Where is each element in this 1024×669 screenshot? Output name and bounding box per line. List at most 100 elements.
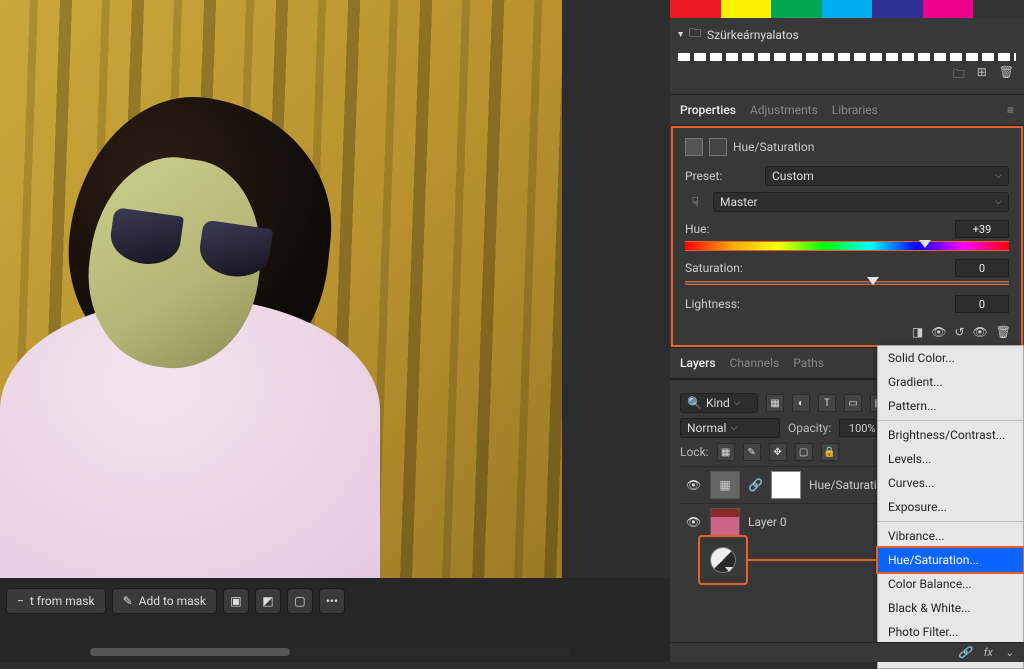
visibility-toggle-icon[interactable]: 👁 [686, 478, 702, 492]
tool-icon-3[interactable]: ▢ [287, 588, 313, 614]
button-label: Add to mask [139, 594, 206, 608]
tab-layers[interactable]: Layers [680, 356, 716, 370]
view-previous-icon[interactable]: 👁 [931, 325, 946, 339]
adjustment-grid-icon [685, 138, 703, 156]
adjustment-layer-icon [710, 547, 736, 573]
chevron-down-icon: ⌵ [730, 423, 737, 433]
subject-person [0, 68, 430, 578]
folder-new-icon[interactable]: 🗀 [953, 65, 965, 86]
lock-artboard-icon[interactable]: ▢ [795, 443, 813, 461]
layer-thumb [710, 508, 740, 536]
lock-all-icon[interactable]: 🔒 [821, 443, 839, 461]
tab-paths[interactable]: Paths [793, 356, 824, 370]
preset-select[interactable]: Custom ⌵ [765, 166, 1009, 186]
layer-mask-thumb[interactable] [771, 471, 801, 499]
trash-icon[interactable]: 🗑 [999, 65, 1014, 86]
tab-channels[interactable]: Channels [730, 356, 780, 370]
color-range-select[interactable]: Master ⌵ [713, 192, 1009, 212]
swatches-folder-row[interactable]: ▸ 🗀 Szürkeárnyalatos [670, 18, 1024, 51]
new-adjustment-layer-button[interactable] [698, 535, 748, 585]
clip-to-layer-icon[interactable]: ◨ [912, 325, 923, 339]
horizontal-scrollbar[interactable] [90, 648, 570, 656]
more-options-button[interactable]: ••• [319, 588, 345, 614]
button-label: t from mask [30, 594, 95, 608]
visibility-toggle-icon[interactable]: 👁 [686, 515, 702, 529]
mask-icon [709, 138, 727, 156]
menu-item-pattern[interactable]: Pattern... [878, 394, 1023, 418]
properties-tab-bar: Properties Adjustments Libraries ≡ [670, 94, 1024, 126]
hue-slider[interactable] [685, 241, 1009, 251]
lock-brush-icon[interactable]: ✎ [743, 443, 761, 461]
adjustment-layer-menu: Solid Color... Gradient... Pattern... Br… [877, 345, 1024, 669]
targeted-adjustment-icon[interactable]: ☟ [685, 192, 705, 212]
properties-footer: ◨ 👁 ↺ 👁 🗑 [673, 319, 1021, 345]
tool-icon-1[interactable]: ▣ [223, 588, 249, 614]
tab-adjustments[interactable]: Adjustments [750, 103, 818, 117]
saturation-slider[interactable] [685, 281, 1009, 285]
blend-mode-select[interactable]: Normal ⌵ [680, 418, 780, 438]
menu-item-photo-filter[interactable]: Photo Filter... [878, 620, 1023, 644]
menu-item-curves[interactable]: Curves... [878, 471, 1023, 495]
properties-title: Hue/Saturation [733, 140, 814, 154]
preset-value: Custom [772, 169, 814, 183]
lock-pixels-icon[interactable]: ▦ [717, 443, 735, 461]
filter-type-icon[interactable]: T [818, 394, 836, 412]
menu-separator [878, 521, 1023, 522]
search-icon: 🔍 [687, 396, 702, 410]
add-to-mask-button[interactable]: ✎ Add to mask [112, 588, 217, 614]
filter-shape-icon[interactable]: ▭ [844, 394, 862, 412]
minus-icon: − [17, 594, 24, 608]
layers-footer: 🔗 fx ⌄ [670, 642, 1024, 662]
callout-connector [748, 559, 878, 561]
swatches-strip[interactable] [670, 0, 1024, 18]
menu-separator [878, 420, 1023, 421]
lock-position-icon[interactable]: ✥ [769, 443, 787, 461]
tab-libraries[interactable]: Libraries [832, 103, 878, 117]
layer-fx-icon[interactable]: fx [984, 646, 993, 659]
hue-slider-thumb[interactable] [919, 240, 931, 248]
blend-mode-value: Normal [687, 421, 726, 435]
saturation-label: Saturation: [685, 261, 743, 275]
menu-item-color-balance[interactable]: Color Balance... [878, 572, 1023, 596]
chevron-down-icon[interactable]: ⌄ [1005, 646, 1014, 659]
chevron-down-icon: ▸ [675, 32, 686, 37]
canvas-area[interactable] [0, 0, 562, 578]
toggle-visibility-icon[interactable]: 👁 [973, 325, 988, 339]
folder-icon: 🗀 [689, 24, 701, 45]
menu-item-exposure[interactable]: Exposure... [878, 495, 1023, 519]
layer-name[interactable]: Layer 0 [748, 515, 787, 529]
filter-pixel-icon[interactable]: ▦ [766, 394, 784, 412]
menu-item-levels[interactable]: Levels... [878, 447, 1023, 471]
folder-label: Szürkeárnyalatos [707, 28, 799, 42]
lightness-value-input[interactable]: 0 [955, 295, 1009, 313]
opacity-label: Opacity: [788, 421, 831, 435]
menu-item-solid-color[interactable]: Solid Color... [878, 346, 1023, 370]
chevron-down-icon: ⌵ [995, 171, 1002, 181]
range-value: Master [720, 195, 758, 209]
menu-item-brightness-contrast[interactable]: Brightness/Contrast... [878, 423, 1023, 447]
filter-adjustment-icon[interactable]: ◐ [792, 394, 810, 412]
subtract-from-mask-button[interactable]: − t from mask [6, 588, 106, 614]
menu-item-hue-saturation[interactable]: Hue/Saturation... [876, 546, 1024, 574]
saturation-value-input[interactable]: 0 [955, 259, 1009, 277]
tab-properties[interactable]: Properties [680, 103, 736, 117]
document-preview[interactable] [0, 0, 562, 578]
grayscale-swatches[interactable] [678, 53, 1016, 61]
context-toolbar: − t from mask ✎ Add to mask ▣ ◩ ▢ ••• [0, 578, 670, 662]
panel-menu-icon[interactable]: ≡ [1007, 103, 1014, 117]
lock-label: Lock: [680, 445, 709, 459]
hue-value-input[interactable]: +39 [955, 220, 1009, 238]
saturation-slider-thumb[interactable] [867, 277, 879, 285]
properties-highlight-box: Hue/Saturation Preset: Custom ⌵ ☟ Master… [671, 126, 1023, 347]
menu-item-gradient[interactable]: Gradient... [878, 370, 1023, 394]
reset-icon[interactable]: ↺ [954, 325, 964, 339]
link-layers-icon[interactable]: 🔗 [958, 646, 972, 659]
tool-icon-2[interactable]: ◩ [255, 588, 281, 614]
preset-label: Preset: [685, 169, 757, 183]
new-swatch-icon[interactable]: ⊞ [977, 65, 987, 86]
trash-icon[interactable]: 🗑 [996, 325, 1011, 339]
filter-kind-select[interactable]: 🔍 Kind ⌵ [680, 393, 758, 413]
menu-item-vibrance[interactable]: Vibrance... [878, 524, 1023, 548]
link-icon[interactable]: 🔗 [748, 478, 763, 492]
menu-item-black-white[interactable]: Black & White... [878, 596, 1023, 620]
